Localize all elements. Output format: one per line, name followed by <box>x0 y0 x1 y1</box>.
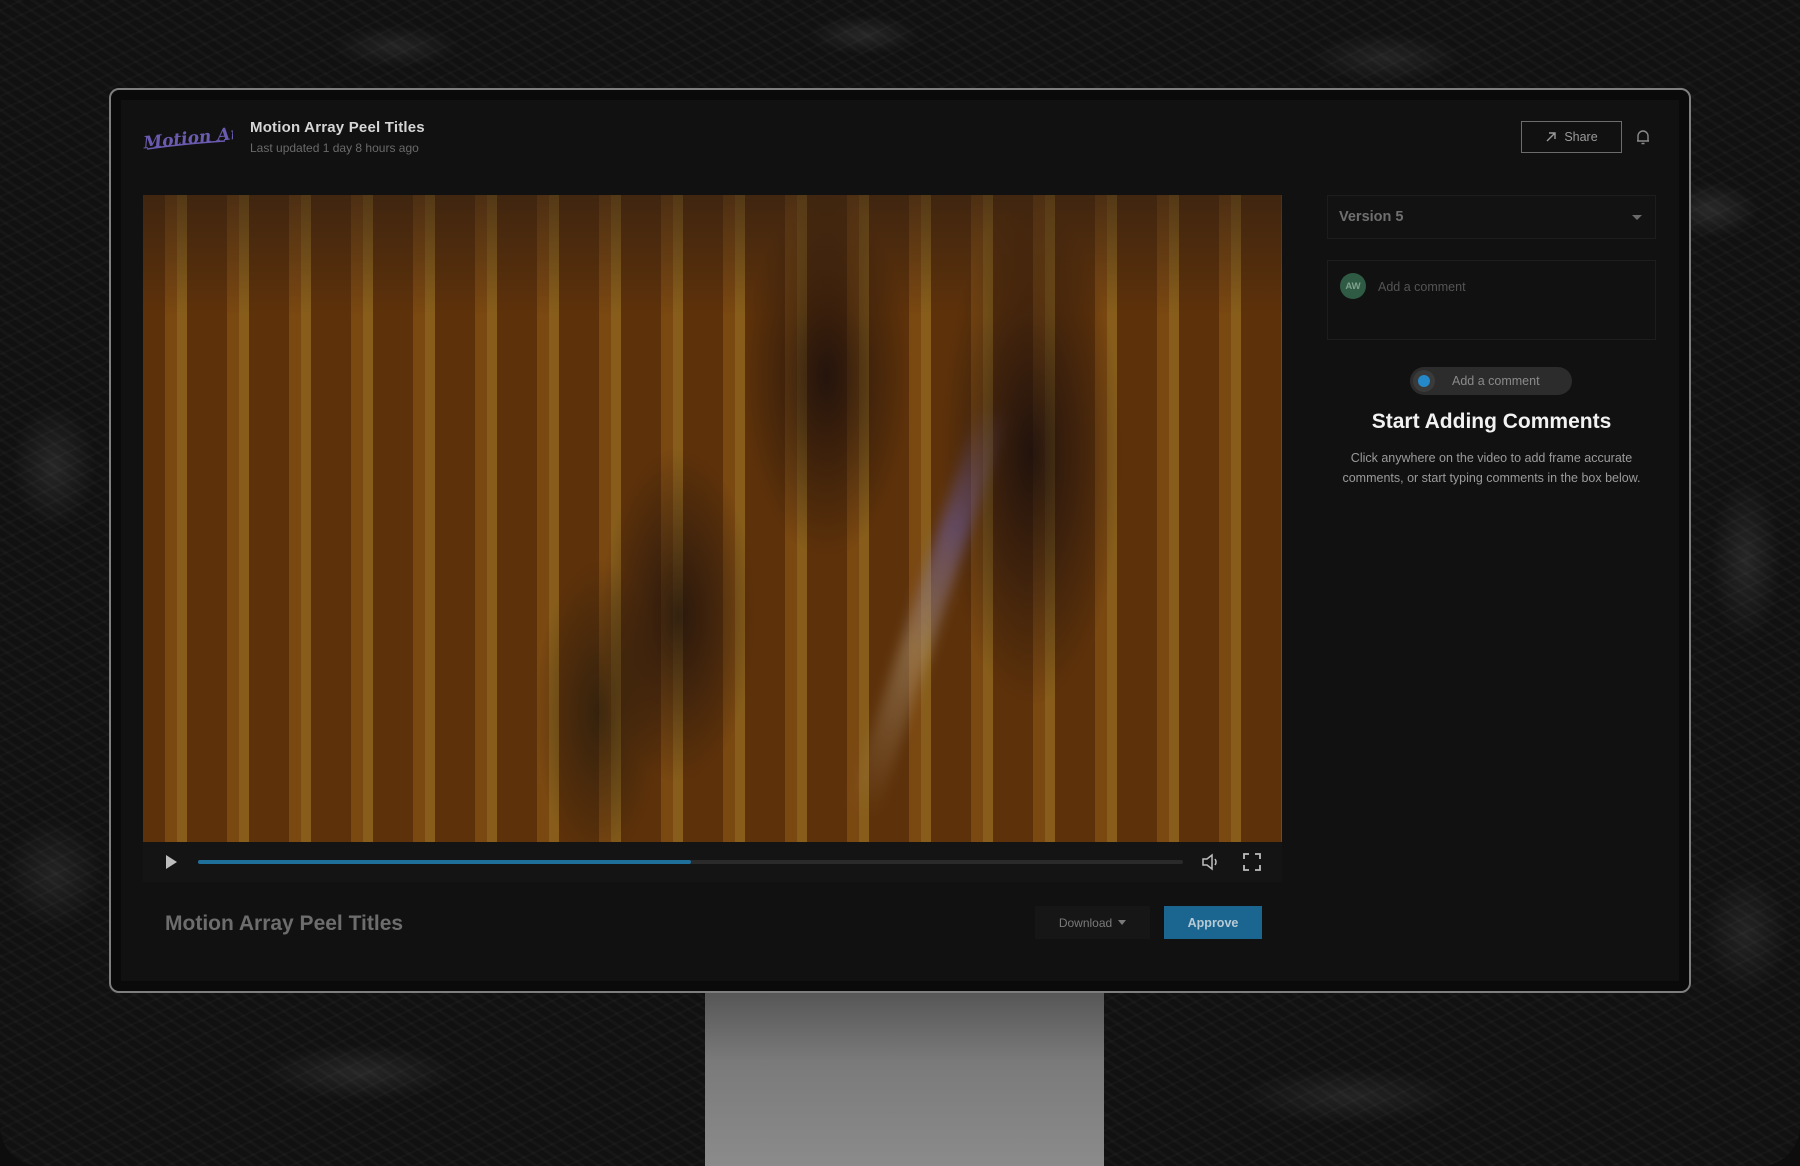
player-controls <box>143 842 1282 882</box>
video-title: Motion Array Peel Titles <box>165 912 404 935</box>
arrow-up-right-icon <box>1546 132 1557 142</box>
approve-button[interactable]: Approve <box>1164 906 1262 939</box>
progress-fill <box>198 860 691 864</box>
version-select[interactable]: Version 5 <box>1327 195 1656 239</box>
video-player[interactable] <box>143 195 1282 842</box>
fullscreen-icon[interactable] <box>1242 852 1262 872</box>
last-updated-text: Last updated 1 day 8 hours ago <box>250 141 419 155</box>
app-screen: Motion Array Motion Array Peel Titles La… <box>121 100 1679 981</box>
share-button[interactable]: Share <box>1521 121 1622 153</box>
caret-down-icon <box>1118 920 1127 925</box>
project-title: Motion Array Peel Titles <box>250 119 425 136</box>
app-header: Motion Array Motion Array Peel Titles La… <box>121 100 1679 190</box>
hint-label: Add a comment <box>1452 374 1540 388</box>
comment-input[interactable]: AW Add a comment <box>1327 260 1656 340</box>
bell-icon[interactable] <box>1634 128 1652 146</box>
comment-placeholder: Add a comment <box>1378 280 1466 294</box>
empty-state-title: Start Adding Comments <box>1371 410 1612 433</box>
comment-dot-icon <box>1413 370 1435 392</box>
version-label: Version 5 <box>1339 209 1404 225</box>
play-icon[interactable] <box>162 853 180 871</box>
svg-text:Motion Array: Motion Array <box>141 120 233 153</box>
download-label: Download <box>1058 915 1113 930</box>
download-button[interactable]: Download <box>1035 906 1150 939</box>
chevron-down-icon <box>1632 215 1642 220</box>
motion-array-logo[interactable]: Motion Array <box>141 120 233 154</box>
add-comment-hint[interactable]: Add a comment <box>1410 367 1572 395</box>
progress-bar[interactable] <box>198 860 1183 864</box>
share-label: Share <box>1564 130 1598 144</box>
avatar: AW <box>1340 273 1366 299</box>
monitor-stand <box>705 992 1104 1166</box>
volume-icon[interactable] <box>1201 852 1223 872</box>
empty-state-description: Click anywhere on the video to add frame… <box>1342 451 1641 485</box>
